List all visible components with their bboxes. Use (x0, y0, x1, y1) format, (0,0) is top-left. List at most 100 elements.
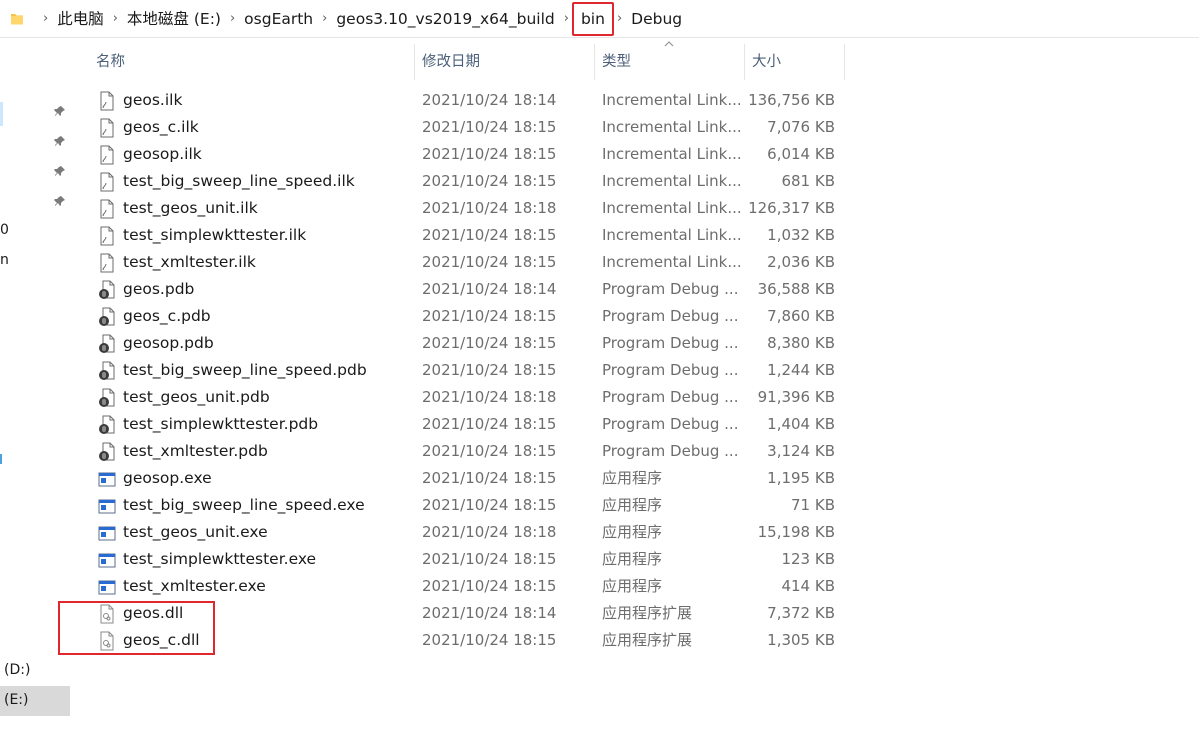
file-row[interactable]: test_xmltester.ilk 2021/10/24 18:15 Increm… (90, 249, 850, 276)
pin-icon[interactable] (54, 165, 66, 177)
file-row[interactable]: geos.dll 2021/10/24 18:14 应用程序扩展 7,372 KB (90, 600, 850, 627)
nav-item-drive-e[interactable]: (E:) (4, 692, 29, 708)
column-divider[interactable] (414, 44, 415, 80)
nav-item-fragment[interactable]: 0 (0, 222, 9, 238)
breadcrumb-geos-build[interactable]: geos3.10_vs2019_x64_build (336, 4, 554, 34)
file-name: geos.dll (123, 604, 184, 622)
chevron-right-icon[interactable]: › (113, 4, 118, 34)
file-row[interactable]: geosop.pdb 2021/10/24 18:15 Program Debug … (90, 330, 850, 357)
column-header-date[interactable]: 修改日期 (422, 44, 480, 80)
file-size: 1,195 KB (767, 469, 835, 487)
breadcrumb-debug[interactable]: Debug (631, 4, 682, 34)
file-row[interactable]: test_big_sweep_line_speed.ilk 2021/10/24 … (90, 168, 850, 195)
file-row[interactable]: geosop.exe 2021/10/24 18:15 应用程序 1,195 KB (90, 465, 850, 492)
file-size: 7,860 KB (767, 307, 835, 325)
file-modified-date: 2021/10/24 18:14 (422, 604, 557, 622)
file-type: 应用程序 (602, 550, 663, 568)
file-name: test_big_sweep_line_speed.pdb (123, 361, 367, 379)
chevron-right-icon[interactable]: › (322, 4, 327, 34)
file-name: test_xmltester.ilk (123, 253, 256, 271)
file-row[interactable]: geosop.ilk 2021/10/24 18:15 Incremental Li… (90, 141, 850, 168)
pin-icon[interactable] (54, 195, 66, 207)
file-row[interactable]: test_geos_unit.ilk 2021/10/24 18:18 Increm… (90, 195, 850, 222)
file-name: test_big_sweep_line_speed.exe (123, 496, 365, 514)
exe-file-icon (98, 523, 116, 543)
file-row[interactable]: test_geos_unit.exe 2021/10/24 18:18 应用程序 15… (90, 519, 850, 546)
file-size: 7,372 KB (767, 604, 835, 622)
breadcrumb-this-pc[interactable]: 此电脑 (57, 4, 104, 34)
column-divider[interactable] (594, 44, 595, 80)
column-divider[interactable] (844, 44, 845, 80)
file-modified-date: 2021/10/24 18:15 (422, 361, 557, 379)
breadcrumb-bin[interactable]: bin (571, 2, 614, 36)
file-type: Program Debug ... (602, 388, 739, 406)
chevron-right-icon[interactable]: › (43, 4, 48, 34)
file-row[interactable]: test_geos_unit.pdb 2021/10/24 18:18 Progra… (90, 384, 850, 411)
column-header-type[interactable]: 类型 (602, 44, 631, 80)
file-type: 应用程序 (602, 469, 663, 487)
file-name: geos.ilk (123, 91, 183, 109)
exe-file-icon (98, 550, 116, 570)
file-size: 71 KB (791, 496, 835, 514)
pin-icon[interactable] (54, 105, 66, 117)
file-size: 2,036 KB (767, 253, 835, 271)
file-row[interactable]: test_simplewkttester.exe 2021/10/24 18:15… (90, 546, 850, 573)
file-size: 1,244 KB (767, 361, 835, 379)
file-modified-date: 2021/10/24 18:15 (422, 442, 557, 460)
file-row[interactable]: geos_c.ilk 2021/10/24 18:15 Incremental Li… (90, 114, 850, 141)
file-modified-date: 2021/10/24 18:14 (422, 280, 557, 298)
pdb-file-icon (98, 442, 116, 462)
dll-file-icon (98, 604, 116, 624)
pin-icon[interactable] (54, 135, 66, 147)
file-size: 1,305 KB (767, 631, 835, 649)
file-size: 91,396 KB (757, 388, 835, 406)
file-name: geosop.ilk (123, 145, 202, 163)
file-name: test_simplewkttester.pdb (123, 415, 319, 433)
file-row[interactable]: test_big_sweep_line_speed.exe 2021/10/24 … (90, 492, 850, 519)
file-type: Incremental Link... (602, 145, 742, 163)
file-name: test_geos_unit.exe (123, 523, 268, 541)
file-size: 123 KB (781, 550, 835, 568)
nav-item-fragment[interactable]: n (0, 252, 9, 268)
file-row[interactable]: geos.ilk 2021/10/24 18:14 Incremental Link… (90, 87, 850, 114)
file-type: Incremental Link... (602, 172, 742, 190)
address-bar[interactable]: › 此电脑 › 本地磁盘 (E:) › osgEarth › geos3.10_… (0, 0, 1199, 38)
file-row[interactable]: test_big_sweep_line_speed.pdb 2021/10/24 … (90, 357, 850, 384)
file-type: 应用程序扩展 (602, 604, 693, 622)
file-size: 1,032 KB (767, 226, 835, 244)
breadcrumb-drive-e[interactable]: 本地磁盘 (E:) (127, 4, 221, 34)
pdb-file-icon (98, 388, 116, 408)
file-modified-date: 2021/10/24 18:15 (422, 631, 557, 649)
column-header-size[interactable]: 大小 (752, 44, 781, 80)
column-divider[interactable] (744, 44, 745, 80)
file-row[interactable]: test_xmltester.exe 2021/10/24 18:15 应用程序 41… (90, 573, 850, 600)
pdb-file-icon (98, 307, 116, 327)
navigation-pane[interactable]: 0 n (D:) (E:) (0, 38, 72, 732)
file-modified-date: 2021/10/24 18:15 (422, 172, 557, 190)
column-header-name[interactable]: 名称 (96, 44, 125, 80)
file-name: test_xmltester.exe (123, 577, 266, 595)
file-size: 126,317 KB (748, 199, 835, 217)
file-type: 应用程序 (602, 577, 663, 595)
chevron-right-icon[interactable]: › (564, 4, 569, 34)
file-row[interactable]: geos.pdb 2021/10/24 18:14 Program Debug ..… (90, 276, 850, 303)
chevron-right-icon[interactable]: › (617, 4, 622, 34)
file-row[interactable]: test_simplewkttester.ilk 2021/10/24 18:15… (90, 222, 850, 249)
file-row[interactable]: geos_c.dll 2021/10/24 18:15 应用程序扩展 1,305 KB (90, 627, 850, 654)
file-row[interactable]: geos_c.pdb 2021/10/24 18:15 Program Debug … (90, 303, 850, 330)
file-row[interactable]: test_xmltester.pdb 2021/10/24 18:15 Progra… (90, 438, 850, 465)
file-row[interactable]: test_simplewkttester.pdb 2021/10/24 18:15… (90, 411, 850, 438)
file-size: 6,014 KB (767, 145, 835, 163)
file-modified-date: 2021/10/24 18:18 (422, 199, 557, 217)
chevron-right-icon[interactable]: › (230, 4, 235, 34)
file-modified-date: 2021/10/24 18:15 (422, 253, 557, 271)
file-modified-date: 2021/10/24 18:15 (422, 145, 557, 163)
ilk-file-icon (98, 91, 116, 111)
breadcrumb-osgearth[interactable]: osgEarth (244, 4, 313, 34)
file-type: Incremental Link... (602, 91, 742, 109)
file-type: Program Debug ... (602, 442, 739, 460)
file-type: Program Debug ... (602, 361, 739, 379)
file-modified-date: 2021/10/24 18:15 (422, 550, 557, 568)
exe-file-icon (98, 469, 116, 489)
nav-item-drive-d[interactable]: (D:) (4, 662, 30, 678)
